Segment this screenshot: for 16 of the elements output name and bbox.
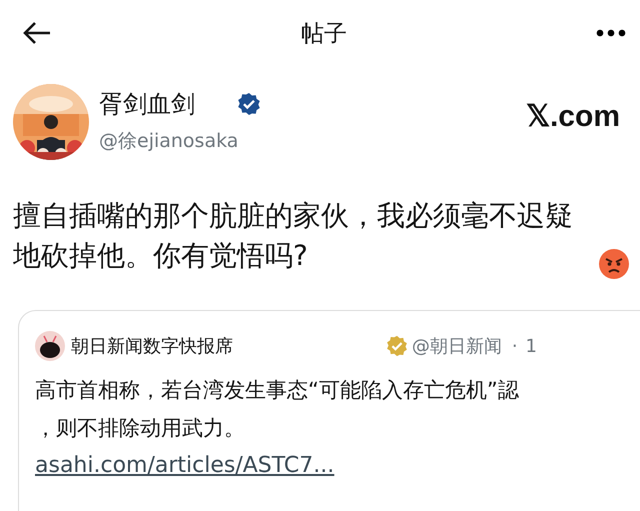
site-label: 𝕏.com <box>526 99 620 134</box>
post-time: 1 <box>526 336 537 356</box>
angry-face-icon <box>598 248 630 280</box>
page-title: 帖子 <box>301 20 347 48</box>
author-handle[interactable]: @徐ejianosaka <box>99 128 261 154</box>
avatar-icon <box>35 331 65 361</box>
more-icon[interactable] <box>596 29 626 37</box>
quoted-post-card[interactable]: 朝日新闻数字快报席 @朝日新闻 · 1 高市首相称，若台湾发生事态“可能陷入存亡危机”認，则不排除动用武力。 asahi.com/articles/ASTC7... <box>18 310 640 511</box>
separator: · <box>512 336 518 356</box>
author-name[interactable]: 胥剑血剑 <box>99 88 195 120</box>
back-arrow-icon[interactable] <box>22 21 52 45</box>
quoted-author-name[interactable]: 朝日新闻数字快报席 <box>71 334 233 358</box>
quoted-author-handle[interactable]: @朝日新闻 <box>412 334 502 358</box>
article-link[interactable]: asahi.com/articles/ASTC7... <box>35 453 334 478</box>
quoted-post-text: 高市首相称，若台湾发生事态“可能陷入存亡危机”認，则不排除动用武力。 <box>35 377 520 442</box>
post-text: 擅自插嘴的那个肮脏的家伙，我必须毫不迟疑地砍掉他。你有觉悟吗? <box>13 198 574 274</box>
